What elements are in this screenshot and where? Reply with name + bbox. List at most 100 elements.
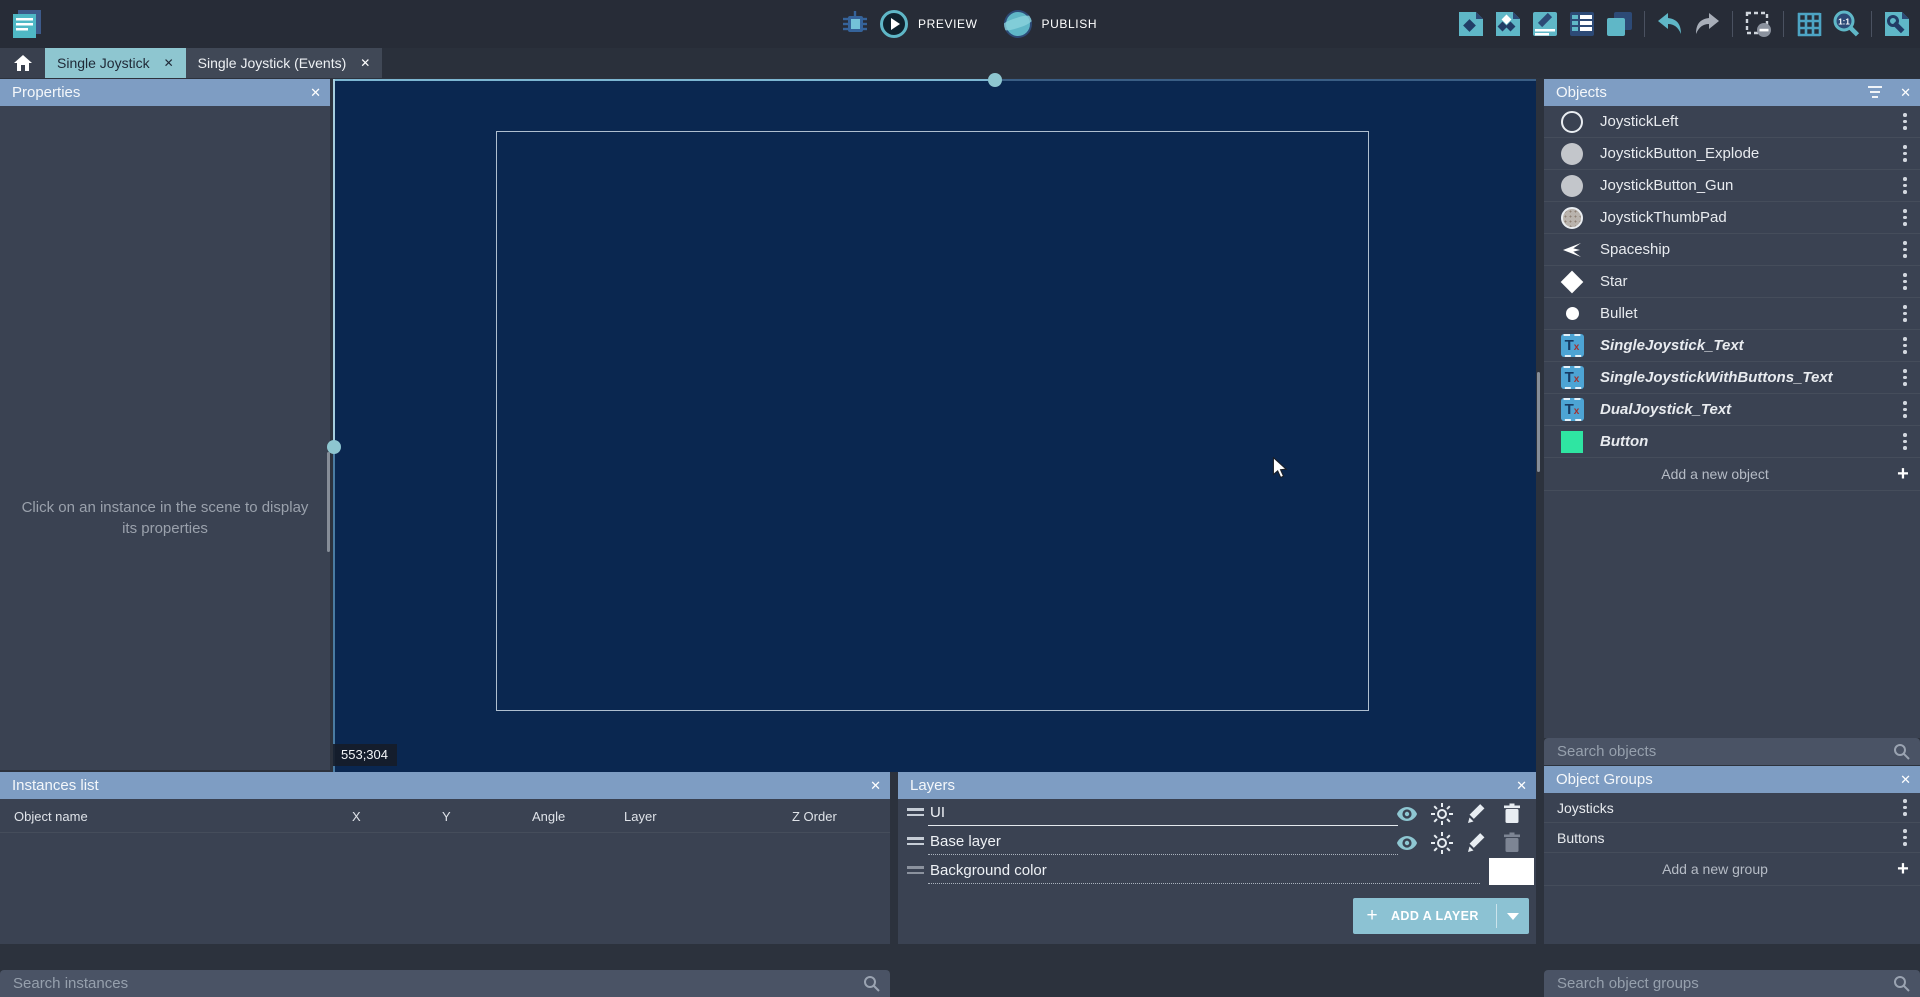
kebab-menu-icon[interactable] (1890, 401, 1920, 418)
objects-panel-icon[interactable] (1456, 9, 1486, 39)
canvas-vscroll-track[interactable] (333, 79, 335, 447)
layer-name-field[interactable]: UI (930, 804, 945, 821)
object-row[interactable]: Tx SingleJoystick_Text (1544, 330, 1920, 362)
close-icon[interactable]: ✕ (164, 56, 174, 70)
zoom-original-icon[interactable]: 1:1 (1831, 9, 1861, 39)
background-color-swatch[interactable] (1489, 858, 1534, 885)
objects-panel-header[interactable]: Objects ✕ (1544, 79, 1920, 106)
object-row[interactable]: JoystickButton_Gun (1544, 170, 1920, 202)
chevron-down-icon[interactable] (1497, 913, 1529, 920)
home-tab[interactable] (0, 48, 45, 78)
toolbar-separator (1783, 11, 1784, 37)
object-row[interactable]: Button (1544, 426, 1920, 458)
undo-icon[interactable] (1655, 9, 1685, 39)
canvas-hscroll-track[interactable] (333, 79, 988, 81)
drag-handle-icon[interactable] (907, 837, 924, 848)
delete-trash-icon[interactable] (1500, 802, 1524, 826)
scene-settings-icon[interactable] (1882, 9, 1912, 39)
layer-row-base[interactable]: Base layer (898, 828, 1536, 857)
kebab-menu-icon[interactable] (1890, 145, 1920, 162)
background-color-row[interactable]: Background color (898, 857, 1536, 886)
grid-icon[interactable] (1794, 9, 1824, 39)
layer-effects-icon[interactable] (1430, 802, 1454, 826)
object-row[interactable]: Tx DualJoystick_Text (1544, 394, 1920, 426)
add-object-button[interactable]: Add a new object + (1544, 458, 1920, 491)
layer-effects-icon[interactable] (1430, 831, 1454, 855)
visibility-eye-icon[interactable] (1395, 802, 1419, 826)
object-row[interactable]: Star (1544, 266, 1920, 298)
tab-label: Single Joystick (Events) (198, 55, 347, 71)
properties-scrollbar[interactable] (327, 452, 330, 552)
instances-list-panel-icon[interactable] (1567, 9, 1597, 39)
visibility-eye-icon[interactable] (1395, 831, 1419, 855)
instances-panel-header[interactable]: Instances list ✕ (0, 772, 890, 799)
publish-button[interactable]: PUBLISH (1042, 17, 1098, 31)
object-groups-panel-header[interactable]: Object Groups ✕ (1544, 766, 1920, 793)
object-row[interactable]: JoystickButton_Explode (1544, 138, 1920, 170)
canvas-hscroll-thumb[interactable] (988, 73, 1002, 87)
object-groups-panel-icon[interactable] (1493, 9, 1523, 39)
properties-panel-icon[interactable] (1530, 9, 1560, 39)
canvas-hscroll-track[interactable] (988, 79, 1536, 81)
close-icon[interactable]: ✕ (310, 79, 321, 106)
kebab-menu-icon[interactable] (1890, 369, 1920, 386)
column-header: Angle (532, 809, 565, 824)
kebab-menu-icon[interactable] (1890, 433, 1920, 450)
add-layer-button[interactable]: + ADD A LAYER (1353, 898, 1529, 934)
close-icon[interactable]: ✕ (1516, 772, 1527, 799)
kebab-menu-icon[interactable] (1890, 177, 1920, 194)
clear-selection-icon[interactable] (1743, 9, 1773, 39)
debug-icon[interactable] (840, 9, 870, 39)
object-row[interactable]: JoystickLeft (1544, 106, 1920, 138)
kebab-menu-icon[interactable] (1890, 273, 1920, 290)
search-objects-input[interactable] (1544, 738, 1920, 765)
kebab-menu-icon[interactable] (1890, 113, 1920, 130)
kebab-menu-icon[interactable] (1890, 209, 1920, 226)
object-row[interactable]: Spaceship (1544, 234, 1920, 266)
publish-icon[interactable] (1004, 10, 1032, 38)
kebab-menu-icon[interactable] (1890, 829, 1920, 846)
kebab-menu-icon[interactable] (1890, 241, 1920, 258)
tab-scene[interactable]: Single Joystick ✕ (45, 48, 186, 78)
objects-panel-scrollbar[interactable] (1537, 372, 1540, 472)
home-icon (14, 55, 32, 71)
group-row[interactable]: Joysticks (1544, 793, 1920, 823)
project-manager-icon[interactable] (10, 7, 44, 41)
edit-pencil-icon[interactable] (1465, 802, 1489, 826)
canvas-vscroll-thumb[interactable] (327, 440, 341, 454)
search-object-groups-input[interactable] (1544, 970, 1920, 997)
scene-window-bounds (496, 131, 1369, 711)
kebab-menu-icon[interactable] (1890, 799, 1920, 816)
kebab-menu-icon[interactable] (1890, 305, 1920, 322)
canvas-vscroll-track[interactable] (333, 447, 335, 772)
object-name: SingleJoystickWithButtons_Text (1600, 369, 1890, 386)
layers-panel-icon[interactable] (1604, 9, 1634, 39)
layers-panel-header[interactable]: Layers ✕ (898, 772, 1536, 799)
filter-icon[interactable] (1868, 86, 1882, 98)
object-row[interactable]: Bullet (1544, 298, 1920, 330)
object-row[interactable]: JoystickThumbPad (1544, 202, 1920, 234)
redo-icon[interactable] (1692, 9, 1722, 39)
edit-pencil-icon[interactable] (1465, 831, 1489, 855)
kebab-menu-icon[interactable] (1890, 337, 1920, 354)
layer-row-ui[interactable]: UI (898, 799, 1536, 828)
drag-handle-icon[interactable] (907, 808, 924, 819)
column-header: Object name (14, 809, 88, 824)
search-instances-input[interactable] (0, 970, 890, 997)
close-icon[interactable]: ✕ (1900, 79, 1911, 106)
properties-panel-header[interactable]: Properties ✕ (0, 79, 330, 106)
layer-name-field[interactable]: Base layer (930, 833, 1001, 850)
preview-button[interactable]: PREVIEW (918, 17, 978, 31)
tab-events[interactable]: Single Joystick (Events) ✕ (186, 48, 383, 78)
scene-canvas[interactable]: 553;304 (333, 79, 1536, 772)
preview-icon[interactable] (880, 10, 908, 38)
close-icon[interactable]: ✕ (360, 56, 370, 70)
group-row[interactable]: Buttons (1544, 823, 1920, 853)
panel-title: Object Groups (1556, 771, 1653, 788)
close-icon[interactable]: ✕ (1900, 766, 1911, 793)
close-icon[interactable]: ✕ (870, 772, 881, 799)
add-group-button[interactable]: Add a new group + (1544, 853, 1920, 886)
object-row[interactable]: Tx SingleJoystickWithButtons_Text (1544, 362, 1920, 394)
gray-circle-icon (1561, 175, 1583, 197)
search-icon (1893, 975, 1910, 992)
